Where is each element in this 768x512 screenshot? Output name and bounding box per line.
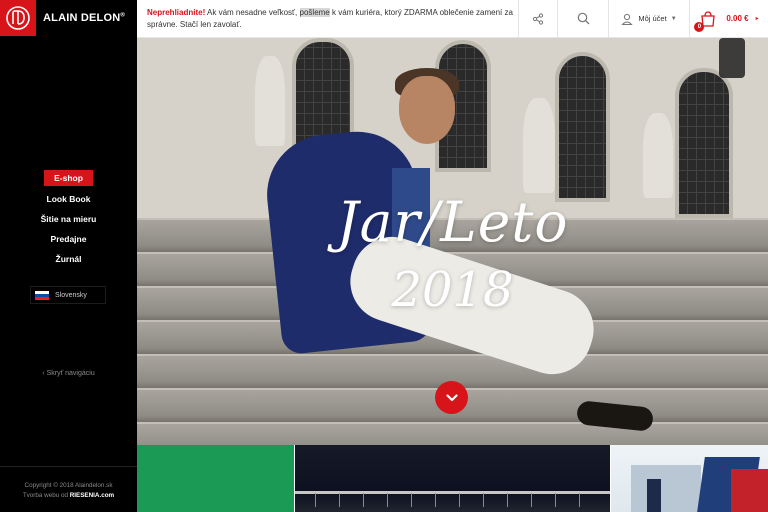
cart-total: 0.00 € bbox=[726, 14, 749, 23]
notice-highlight: pošleme bbox=[299, 8, 330, 17]
logo-mark-icon bbox=[0, 0, 36, 36]
cart-icon: 0 bbox=[694, 10, 717, 32]
top-bar: Neprehliadnite! Ak vám nesadne veľkosť, … bbox=[137, 0, 768, 38]
model-head bbox=[399, 76, 455, 144]
cart-button[interactable]: 0 0.00 € ▸ bbox=[689, 0, 768, 37]
chevron-down-icon: ▼ bbox=[670, 15, 677, 22]
cart-count-badge: 0 bbox=[694, 21, 705, 32]
nav-item-eshop[interactable]: E-shop bbox=[44, 170, 93, 186]
promo-tile-catalog[interactable] bbox=[611, 445, 768, 512]
promo-tile-clothes-rail[interactable] bbox=[295, 445, 610, 512]
hero-year: 2018 bbox=[391, 262, 514, 318]
street-lamp bbox=[719, 38, 745, 78]
account-button[interactable]: Môj účet ▼ bbox=[608, 0, 689, 37]
hide-navigation-label: Skryť navigáciu bbox=[46, 370, 95, 377]
account-label: Môj účet bbox=[638, 14, 667, 23]
catalog-image bbox=[631, 465, 701, 512]
language-label: Slovensky bbox=[55, 291, 87, 299]
catalog-figure bbox=[647, 479, 661, 512]
language-selector[interactable]: Slovensky bbox=[30, 286, 106, 304]
hero-banner: Jar/Leto 2018 bbox=[137, 38, 768, 445]
statue bbox=[643, 113, 673, 198]
sidebar-footer: Copyright © 2018 Alaindelon.sk Tvorba we… bbox=[0, 466, 137, 501]
statue bbox=[523, 98, 555, 193]
scroll-down-button[interactable] bbox=[435, 381, 468, 414]
statue bbox=[255, 56, 285, 146]
clothes-rail bbox=[295, 491, 610, 494]
search-button[interactable] bbox=[557, 0, 608, 37]
sidebar: ALAIN DELON® E-shop Look Book Šitie na m… bbox=[0, 0, 137, 512]
credit-link[interactable]: RIESENIA.com bbox=[70, 492, 114, 499]
copyright-text: Copyright © 2018 Alaindelon.sk bbox=[24, 482, 113, 489]
main-nav: E-shop Look Book Šitie na mieru Predajne… bbox=[0, 170, 137, 269]
nav-item-predajne[interactable]: Predajne bbox=[41, 229, 97, 249]
share-button[interactable] bbox=[518, 0, 557, 37]
notice-warning: Neprehliadnite! bbox=[147, 8, 206, 17]
credit-text: Tvorba webu od RIESENIA.com bbox=[22, 492, 115, 499]
brand-logo[interactable]: ALAIN DELON® bbox=[0, 0, 137, 36]
nav-item-zurnal[interactable]: Žurnál bbox=[46, 249, 92, 269]
chevron-right-icon: ▸ bbox=[755, 16, 759, 22]
stone-step bbox=[137, 422, 768, 445]
chevron-down-icon bbox=[445, 393, 458, 401]
catalog-book-red bbox=[731, 469, 768, 512]
brand-name: ALAIN DELON® bbox=[43, 12, 125, 24]
slovak-flag-icon bbox=[35, 290, 49, 300]
building-window bbox=[555, 52, 610, 202]
nav-item-lookbook[interactable]: Look Book bbox=[37, 189, 101, 209]
chevron-left-icon: ‹ bbox=[42, 370, 45, 377]
share-icon bbox=[532, 12, 544, 25]
user-icon bbox=[621, 13, 633, 25]
search-icon bbox=[577, 12, 589, 25]
promo-tile-green[interactable] bbox=[137, 445, 294, 512]
hide-navigation-link[interactable]: ‹ Skryť navigáciu bbox=[0, 370, 137, 377]
nav-item-sitie-na-mieru[interactable]: Šitie na mieru bbox=[31, 209, 107, 229]
hero-title: Jar/Leto bbox=[336, 190, 569, 254]
notice-banner: Neprehliadnite! Ak vám nesadne veľkosť, … bbox=[147, 8, 513, 29]
